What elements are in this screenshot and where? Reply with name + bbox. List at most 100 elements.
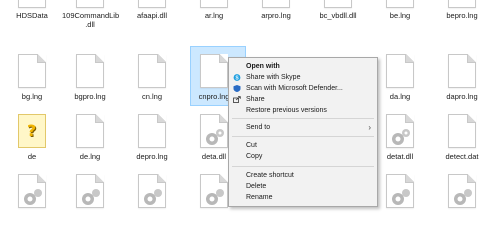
file-label: bepro.lng <box>446 11 478 20</box>
menu-item-label: Share with Skype <box>246 74 301 81</box>
skype-icon: S <box>233 74 241 81</box>
file-icon <box>386 54 414 88</box>
file-item[interactable]: 109CommandLib .dll <box>62 0 120 46</box>
file-label: de <box>27 152 37 161</box>
gear-icon <box>82 189 100 205</box>
help-file-icon: ? <box>18 114 46 148</box>
gear-icon <box>144 189 162 205</box>
file-label: bc_vbdll.dll <box>319 11 357 20</box>
menu-item-send-to[interactable]: Send to › <box>229 122 377 133</box>
file-item[interactable] <box>62 166 118 226</box>
file-label: arpro.lng <box>261 11 291 20</box>
file-icon <box>262 0 290 8</box>
file-item[interactable]: arpro.lng <box>248 0 304 46</box>
share-icon <box>233 96 241 103</box>
file-item[interactable]: da.lng <box>372 46 428 106</box>
gear-icon <box>454 189 472 205</box>
menu-separator <box>232 118 374 119</box>
dll-file-icon <box>18 174 46 208</box>
gear-icon <box>206 189 224 205</box>
file-label: detat.dll <box>386 152 414 161</box>
menu-item-open-with[interactable]: Open with <box>229 61 377 72</box>
defender-shield-icon <box>233 85 241 92</box>
file-label: be.lng <box>389 11 411 20</box>
menu-item-restore[interactable]: Restore previous versions <box>229 105 377 116</box>
file-icon <box>76 0 104 8</box>
file-icon <box>138 114 166 148</box>
menu-item-copy[interactable]: Copy <box>229 151 377 162</box>
context-menu: Open with S Share with Skype Scan with M… <box>228 57 378 207</box>
file-icon <box>448 114 476 148</box>
file-item[interactable] <box>124 166 180 226</box>
dll-file-icon <box>200 174 228 208</box>
file-label: dapro.lng <box>446 92 478 101</box>
menu-item-rename[interactable]: Rename <box>229 192 377 203</box>
file-label: 109CommandLib .dll <box>62 11 120 29</box>
file-label: detect.dat <box>445 152 479 161</box>
menu-item-label: Send to <box>246 124 271 131</box>
file-icon <box>386 0 414 8</box>
file-icon <box>76 54 104 88</box>
file-item[interactable]: bc_vbdll.dll <box>310 0 366 46</box>
file-icon <box>448 54 476 88</box>
file-item[interactable]: depro.lng <box>124 106 180 166</box>
file-item[interactable]: dapro.lng <box>434 46 490 106</box>
file-icon <box>200 54 228 88</box>
dll-file-icon <box>76 174 104 208</box>
file-icon <box>448 0 476 8</box>
gear-icon <box>24 189 42 205</box>
file-row: HDSData 109CommandLib .dll afaapi.dll ar… <box>0 0 500 46</box>
chevron-right-icon: › <box>368 123 371 132</box>
file-icon <box>138 0 166 8</box>
file-icon <box>18 0 46 8</box>
menu-item-label: Scan with Microsoft Defender... <box>246 85 343 92</box>
dll-file-icon <box>386 174 414 208</box>
menu-item-delete[interactable]: Delete <box>229 181 377 192</box>
file-item[interactable] <box>372 166 428 226</box>
menu-item-share-skype[interactable]: S Share with Skype <box>229 72 377 83</box>
file-label: depro.lng <box>136 152 168 161</box>
file-item[interactable] <box>434 166 490 226</box>
file-icon <box>324 0 352 8</box>
file-icon <box>200 0 228 8</box>
file-item[interactable]: bg.lng <box>4 46 60 106</box>
file-icon <box>18 54 46 88</box>
menu-separator <box>232 136 374 137</box>
file-item[interactable]: de.lng <box>62 106 118 166</box>
dll-file-icon <box>138 174 166 208</box>
file-item[interactable]: bgpro.lng <box>62 46 118 106</box>
file-item[interactable]: cn.lng <box>124 46 180 106</box>
file-label: bg.lng <box>21 92 43 101</box>
file-label: cn.lng <box>141 92 162 101</box>
file-label: ar.lng <box>204 11 224 20</box>
file-icon <box>76 114 104 148</box>
file-item[interactable]: be.lng <box>372 0 428 46</box>
menu-separator <box>232 166 374 167</box>
dll-file-icon <box>386 114 414 148</box>
file-item[interactable] <box>4 166 60 226</box>
menu-item-label: Share <box>246 96 265 103</box>
file-item[interactable]: ? de <box>4 106 60 166</box>
file-label: da.lng <box>389 92 411 101</box>
file-label: bgpro.lng <box>74 92 106 101</box>
gear-icon <box>206 129 224 145</box>
file-label: HDSData <box>16 11 48 20</box>
menu-item-scan-defender[interactable]: Scan with Microsoft Defender... <box>229 83 377 94</box>
file-icon <box>138 54 166 88</box>
file-label: afaapi.dll <box>136 11 168 20</box>
file-item[interactable]: HDSData <box>4 0 60 46</box>
file-item[interactable]: detect.dat <box>434 106 490 166</box>
gear-icon <box>392 189 410 205</box>
menu-item-create-shortcut[interactable]: Create shortcut <box>229 170 377 181</box>
file-item[interactable]: bepro.lng <box>434 0 490 46</box>
menu-item-cut[interactable]: Cut <box>229 140 377 151</box>
menu-item-share[interactable]: Share <box>229 94 377 105</box>
file-item[interactable]: ar.lng <box>186 0 242 46</box>
dll-file-icon <box>200 114 228 148</box>
gear-icon <box>392 129 410 145</box>
file-item[interactable]: afaapi.dll <box>124 0 180 46</box>
file-label: de.lng <box>79 152 101 161</box>
dll-file-icon <box>448 174 476 208</box>
question-mark-icon: ? <box>27 121 37 140</box>
file-item[interactable]: detat.dll <box>372 106 428 166</box>
